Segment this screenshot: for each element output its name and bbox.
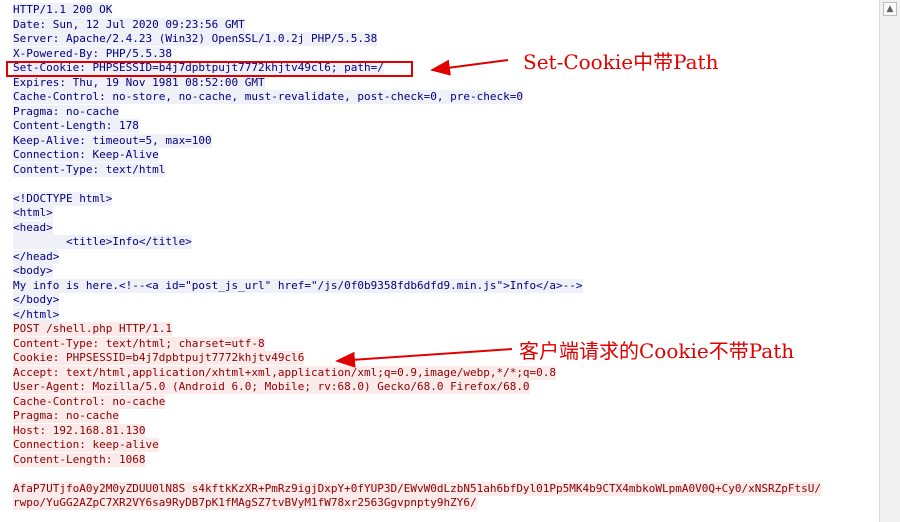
response-line: <html>	[13, 206, 53, 220]
response-line: Connection: Keep-Alive	[13, 148, 159, 162]
request-line: Accept: text/html,application/xhtml+xml,…	[13, 365, 557, 380]
scroll-up-arrow-icon[interactable]: ▲	[883, 2, 897, 16]
response-line: My info is here.<!--<a id="post_js_url" …	[13, 278, 583, 293]
response-line: Server: Apache/2.4.23 (Win32) OpenSSL/1.…	[13, 32, 378, 46]
response-line: <title>Info</title>	[13, 235, 192, 249]
response-line: <body>	[13, 264, 53, 278]
response-line: </head>	[13, 249, 60, 264]
set-cookie-highlight	[6, 61, 413, 77]
response-line: Expires: Thu, 19 Nov 1981 08:52:00 GMT	[13, 75, 265, 90]
cookie-annotation: 客户端请求的Cookie不带Path	[519, 339, 795, 363]
response-line: <!DOCTYPE html>	[13, 191, 113, 206]
response-line: </body>	[13, 293, 60, 307]
request-line: Content-Length: 1068	[13, 452, 146, 467]
response-line: Keep-Alive: timeout=5, max=100	[13, 133, 212, 148]
response-line: Cache-Control: no-store, no-cache, must-…	[13, 90, 523, 104]
response-line: HTTP/1.1 200 OK	[13, 3, 113, 17]
request-line: POST /shell.php HTTP/1.1	[13, 322, 172, 336]
response-line: <head>	[13, 220, 53, 235]
request-line: Connection: keep-alive	[13, 438, 159, 452]
request-line: Pragma: no-cache	[13, 409, 119, 423]
request-line: Cache-Control: no-cache	[13, 394, 166, 409]
request-line: User-Agent: Mozilla/5.0 (Android 6.0; Mo…	[13, 380, 530, 394]
response-line: X-Powered-By: PHP/5.5.38	[13, 46, 172, 61]
response-line: Pragma: no-cache	[13, 104, 119, 119]
response-line: Content-Length: 178	[13, 119, 139, 133]
request-line: Host: 192.168.81.130	[13, 423, 146, 438]
request-line: Cookie: PHPSESSID=b4j7dpbtpujt7772khjtv4…	[13, 351, 305, 365]
request-line: AfaP7UTjfoA0y2M0yZDUU0lN8S s4kftkKzXR+Pm…	[13, 481, 821, 496]
request-line: Content-Type: text/html; charset=utf-8	[13, 336, 265, 351]
set-cookie-annotation: Set-Cookie中带Path	[523, 50, 719, 74]
response-line: </html>	[13, 307, 60, 322]
vertical-scrollbar[interactable]: ▲	[879, 0, 900, 522]
response-line: Content-Type: text/html	[13, 162, 166, 177]
http-stream-view[interactable]: HTTP/1.1 200 OK Date: Sun, 12 Jul 2020 09…	[0, 0, 880, 522]
response-line: Date: Sun, 12 Jul 2020 09:23:56 GMT	[13, 17, 245, 32]
request-line: rwpo/YuGG2AZpC7XR2VY6sa9RyDB7pK1fMAgSZ7t…	[13, 496, 477, 510]
